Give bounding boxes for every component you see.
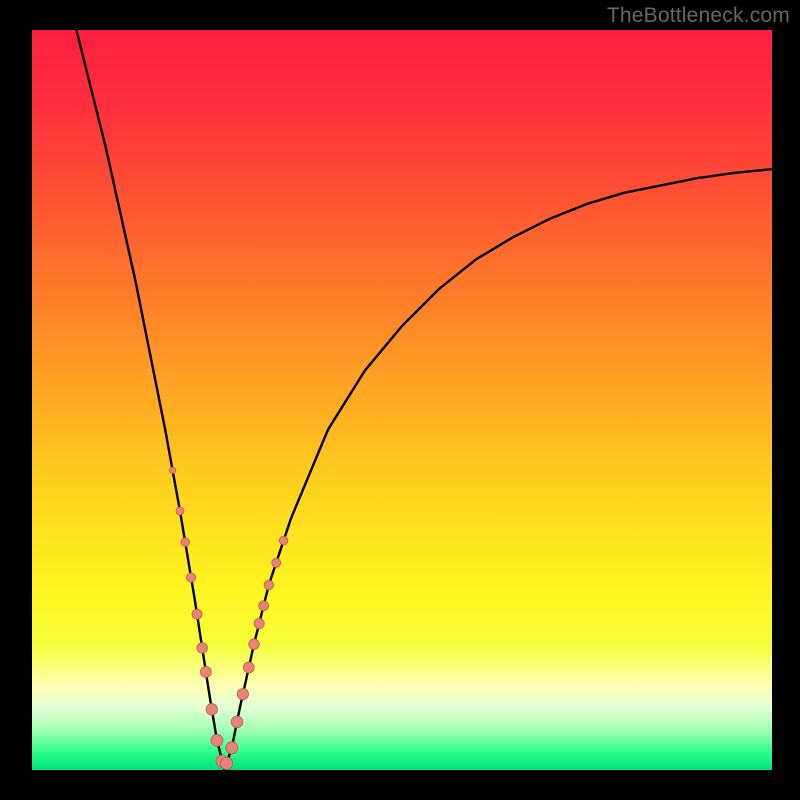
data-dot <box>176 507 184 515</box>
site-watermark: TheBottleneck.com <box>607 4 790 28</box>
bottleneck-chart <box>32 30 772 770</box>
data-dot <box>272 558 281 567</box>
data-dot <box>220 757 232 769</box>
data-dot <box>243 662 254 673</box>
data-dot <box>197 643 208 654</box>
gradient-background <box>32 30 772 770</box>
plot-area <box>32 30 772 770</box>
data-dot <box>259 601 269 611</box>
data-dot <box>169 467 175 473</box>
data-dot <box>264 580 273 589</box>
data-dot <box>231 716 243 728</box>
data-dot <box>237 689 248 700</box>
data-dot <box>249 639 260 650</box>
data-dot <box>226 742 238 754</box>
data-dot <box>186 573 195 582</box>
data-dot <box>192 609 202 619</box>
data-dot <box>181 538 190 547</box>
data-dot <box>211 734 223 746</box>
chart-stage: TheBottleneck.com <box>0 0 800 800</box>
data-dot <box>254 618 264 628</box>
data-dot <box>279 536 288 545</box>
data-dot <box>200 666 211 677</box>
data-dot <box>206 704 218 716</box>
